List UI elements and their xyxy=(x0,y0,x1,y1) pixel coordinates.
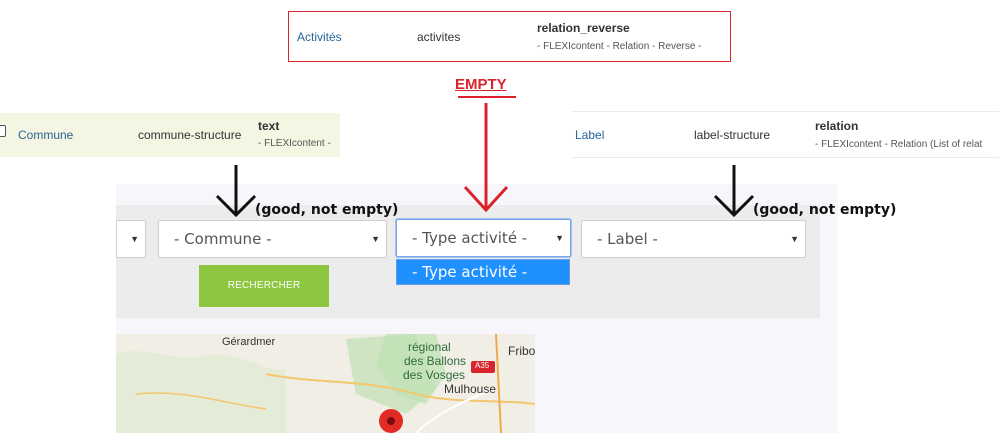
red-arrow-icon xyxy=(463,103,509,213)
black-arrow-icon xyxy=(713,165,755,218)
black-arrow-icon xyxy=(215,165,257,218)
good-annotation: (good, not empty) xyxy=(753,202,897,218)
good-annotation: (good, not empty) xyxy=(255,202,399,218)
